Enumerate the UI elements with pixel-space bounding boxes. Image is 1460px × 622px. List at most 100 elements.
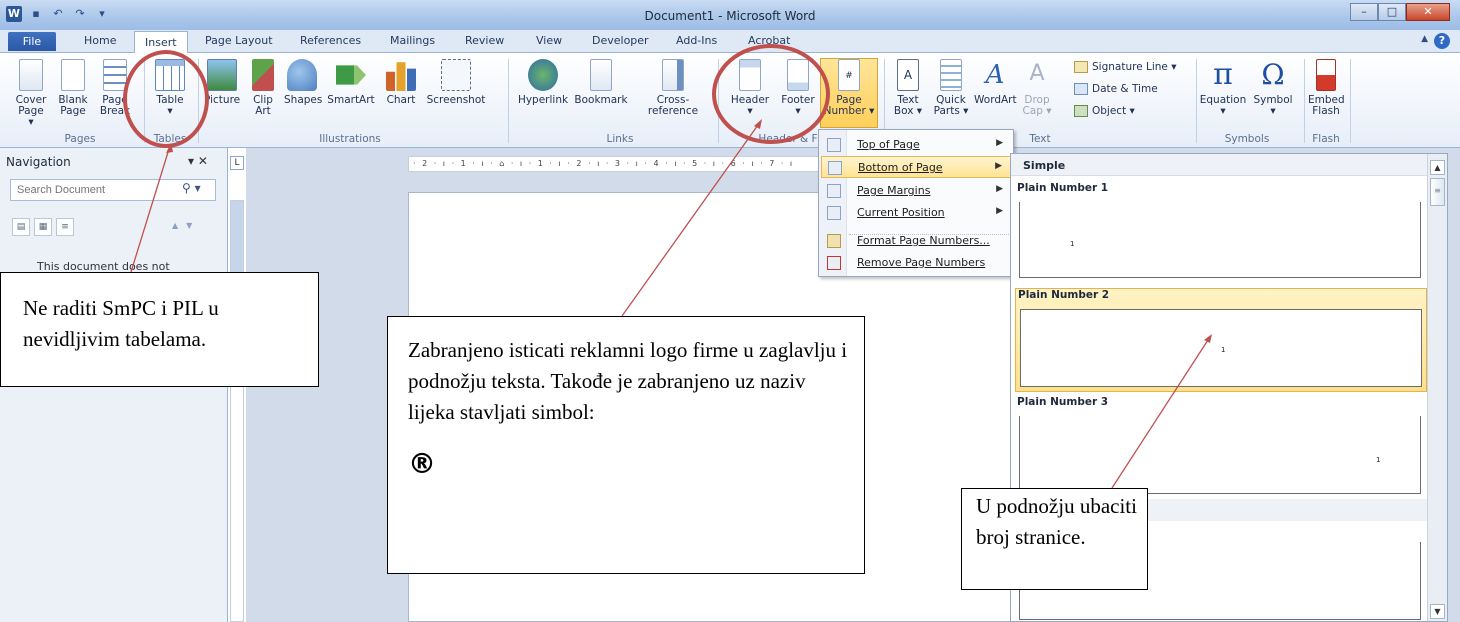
- quick-parts-button[interactable]: Quick Parts ▾: [932, 59, 970, 117]
- scroll-down-icon[interactable]: ▼: [1430, 604, 1445, 619]
- navigation-arrows-icon[interactable]: ▲▼: [172, 221, 200, 230]
- gallery-scrollbar[interactable]: ▲ ≡ ▼: [1427, 154, 1447, 621]
- picture-button[interactable]: Picture: [204, 59, 240, 106]
- pi-icon: π: [1213, 57, 1233, 92]
- annotation-ring-tables: [123, 50, 209, 148]
- hyperlink-button[interactable]: Hyperlink: [514, 59, 572, 106]
- tab-review[interactable]: Review: [465, 34, 504, 47]
- scroll-thumb[interactable]: ≡: [1430, 178, 1445, 206]
- symbol-button[interactable]: Ω Symbol ▾: [1250, 59, 1296, 117]
- headings-view-icon[interactable]: ▤: [12, 218, 30, 236]
- page-number-callout-text: U podnožju ubaciti broj stranice.: [976, 494, 1137, 549]
- gallery-item-title: Plain Number 3: [1017, 396, 1109, 408]
- menu-item-remove-page-numbers[interactable]: Remove Page Numbers: [821, 252, 1011, 274]
- tab-home[interactable]: Home: [84, 34, 116, 47]
- chart-button[interactable]: Chart: [384, 59, 418, 106]
- header-footer-callout: Zabranjeno isticati reklamni logo firme …: [387, 316, 865, 574]
- scroll-up-icon[interactable]: ▲: [1430, 160, 1445, 175]
- menu-item-bottom-of-page[interactable]: Bottom of Page ▶: [821, 156, 1011, 178]
- wordart-label: WordArt: [974, 94, 1017, 106]
- tab-references[interactable]: References: [300, 34, 361, 47]
- menu-item-label: Remove Page Numbers: [857, 256, 986, 269]
- gallery-item-plain-number-3[interactable]: Plain Number 3 1: [1015, 396, 1427, 496]
- clip-art-button[interactable]: Clip Art: [248, 59, 278, 117]
- ribbon-tabs: File Home Insert Page Layout References …: [0, 30, 1460, 54]
- blank-page-icon: [61, 59, 85, 91]
- smartart-button[interactable]: SmartArt: [326, 59, 376, 106]
- menu-item-format-page-numbers[interactable]: Format Page Numbers...: [821, 230, 1011, 252]
- object-button[interactable]: Object ▾: [1074, 105, 1135, 117]
- submenu-arrow-icon: ▶: [996, 138, 1003, 148]
- menu-item-label: Format Page Numbers...: [857, 234, 990, 247]
- screenshot-button[interactable]: Screenshot: [424, 59, 488, 106]
- screenshot-label: Screenshot: [426, 94, 486, 106]
- tab-selector-button[interactable]: L: [230, 156, 244, 170]
- pages-view-icon[interactable]: ▦: [34, 218, 52, 236]
- menu-item-label: Page Margins: [857, 184, 931, 197]
- bookmark-icon: [590, 59, 612, 91]
- registered-symbol: ®: [408, 447, 436, 480]
- tab-page-layout[interactable]: Page Layout: [205, 34, 273, 47]
- menu-item-top-of-page[interactable]: Top of Page ▶: [821, 134, 1011, 156]
- annotation-ring-header-footer: [712, 44, 830, 144]
- current-position-icon: [827, 206, 841, 220]
- tab-developer[interactable]: Developer: [592, 34, 649, 47]
- group-label-pages: Pages: [64, 133, 96, 145]
- navigation-view-tabs: ▤ ▦ ≡: [12, 218, 74, 236]
- tab-mailings[interactable]: Mailings: [390, 34, 435, 47]
- embed-flash-button[interactable]: Embed Flash: [1308, 59, 1345, 117]
- group-label-text: Text: [1029, 133, 1051, 145]
- drop-cap-button[interactable]: A Drop Cap ▾: [1022, 59, 1052, 117]
- group-label-links: Links: [606, 133, 634, 145]
- picture-label: Picture: [204, 94, 241, 106]
- shapes-icon: [287, 59, 317, 91]
- navigation-close-icon[interactable]: ▾ ✕: [188, 154, 208, 168]
- drop-cap-label-2: Cap ▾: [1022, 105, 1052, 117]
- gallery-section-header: Simple: [1011, 154, 1427, 176]
- cover-page-button[interactable]: Cover Page ▾: [14, 59, 48, 128]
- cross-reference-button[interactable]: Cross-reference: [632, 59, 714, 117]
- top-of-page-icon: [827, 138, 841, 152]
- signature-line-icon: [1074, 61, 1088, 73]
- close-button[interactable]: ✕: [1406, 3, 1450, 21]
- group-label-illustrations: Illustrations: [319, 133, 381, 145]
- remove-page-numbers-icon: [827, 256, 841, 270]
- shapes-button[interactable]: Shapes: [284, 59, 322, 106]
- collapse-ribbon-icon[interactable]: ▲: [1421, 34, 1428, 44]
- search-icon[interactable]: ⚲ ▾: [182, 181, 201, 195]
- help-icon[interactable]: ?: [1434, 33, 1450, 49]
- page-number-preview: 1: [1221, 346, 1226, 354]
- page-number-button[interactable]: # Page Number ▾: [822, 59, 876, 117]
- menu-item-current-position[interactable]: Current Position ▶: [821, 202, 1011, 224]
- text-box-icon: A: [897, 59, 919, 91]
- quick-parts-label-2: Parts ▾: [933, 105, 969, 117]
- page-number-icon: #: [838, 59, 860, 91]
- tab-file[interactable]: File: [8, 32, 56, 51]
- cross-reference-label: Cross-reference: [647, 94, 699, 117]
- results-view-icon[interactable]: ≡: [56, 218, 74, 236]
- menu-item-page-margins[interactable]: Page Margins ▶: [821, 180, 1011, 202]
- gallery-item-plain-number-1[interactable]: Plain Number 1 1: [1015, 182, 1427, 282]
- signature-line-label: Signature Line ▾: [1092, 61, 1177, 73]
- signature-line-button[interactable]: Signature Line ▾: [1074, 61, 1176, 73]
- date-time-button[interactable]: Date & Time: [1074, 83, 1158, 95]
- menu-item-label: Top of Page: [857, 138, 920, 151]
- minimize-button[interactable]: –: [1350, 3, 1378, 21]
- tab-view[interactable]: View: [536, 34, 562, 47]
- page-number-callout: U podnožju ubaciti broj stranice.: [961, 488, 1148, 590]
- drop-cap-icon: A: [1029, 61, 1045, 86]
- gallery-item-plain-number-2[interactable]: Plain Number 2 1: [1015, 288, 1427, 392]
- tab-add-ins[interactable]: Add-Ins: [676, 34, 717, 47]
- cover-page-icon: [19, 59, 43, 91]
- cover-page-label-2: Page ▾: [18, 105, 44, 128]
- equation-button[interactable]: π Equation ▾: [1198, 59, 1248, 117]
- picture-icon: [207, 59, 237, 91]
- bookmark-button[interactable]: Bookmark: [572, 59, 630, 106]
- text-box-button[interactable]: A Text Box ▾: [890, 59, 926, 117]
- ribbon-separator: [1350, 59, 1351, 143]
- tables-callout-text: Ne raditi SmPC i PIL u nevidljivim tabel…: [23, 296, 219, 351]
- submenu-arrow-icon: ▶: [996, 206, 1003, 216]
- wordart-button[interactable]: A WordArt: [974, 59, 1017, 106]
- maximize-button[interactable]: □: [1378, 3, 1406, 21]
- blank-page-button[interactable]: Blank Page: [56, 59, 90, 117]
